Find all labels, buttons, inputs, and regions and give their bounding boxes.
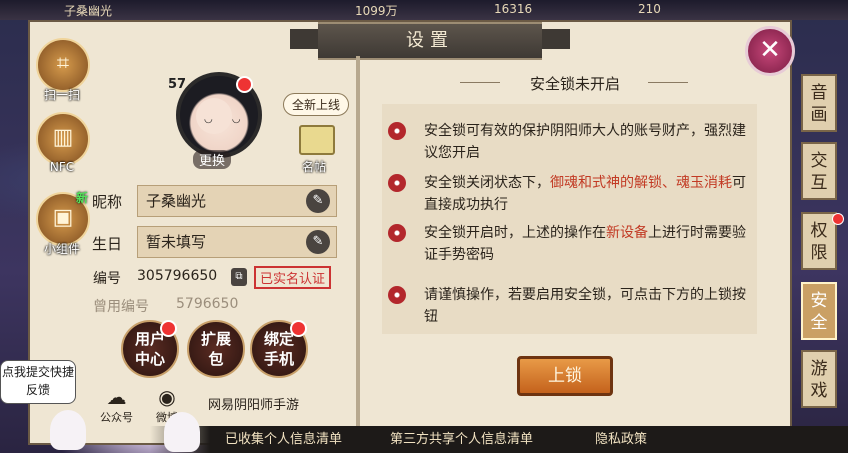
currency-coins: 1099万 xyxy=(355,4,398,18)
tomoe-bullet-icon xyxy=(388,174,406,192)
wechat-icon: ☁ xyxy=(106,385,127,409)
user-center-red-dot xyxy=(160,320,177,337)
expansion-pack-button[interactable]: 扩展包 xyxy=(187,320,245,378)
edit-birthday-button[interactable]: ✎ xyxy=(306,230,330,254)
old-id-label: 曾用编号 xyxy=(93,299,149,315)
tomoe-bullet-icon xyxy=(388,122,406,140)
change-avatar-button[interactable]: 更换 xyxy=(193,150,232,169)
new-badge: 新 xyxy=(76,191,89,205)
rule-text: 安全锁开启时，上述的操作在新设备上进行时需要验证手势密码 xyxy=(424,225,746,263)
tab-label: 权限 xyxy=(810,221,828,263)
pencil-icon: ✎ xyxy=(312,234,324,249)
tab-audio-visual[interactable]: 音画 xyxy=(801,74,837,132)
dialog-title: 设置 xyxy=(318,22,542,60)
tab-label: 游戏 xyxy=(810,359,828,401)
wechat-button[interactable]: ☁ 公众号 xyxy=(100,385,133,425)
name-card-icon[interactable] xyxy=(299,125,335,155)
third-party-info-link[interactable]: 第三方共享个人信息清单 xyxy=(390,428,533,447)
scan-label: 扫一扫 xyxy=(43,88,80,102)
nickname-label: 昵称 xyxy=(92,193,123,211)
ghost-mascot xyxy=(164,412,200,452)
pencil-icon: ✎ xyxy=(312,193,324,208)
feedback-button[interactable]: 点我提交快捷反馈 xyxy=(0,360,76,404)
id-label: 编号 xyxy=(93,271,121,287)
tomoe-bullet-icon xyxy=(388,286,406,304)
tab-game[interactable]: 游戏 xyxy=(801,350,837,408)
player-level: 57 xyxy=(168,77,187,92)
rule-item: 安全锁开启时，上述的操作在新设备上进行时需要验证手势密码 xyxy=(388,222,748,266)
collected-info-link[interactable]: 已收集个人信息清单 xyxy=(225,428,342,447)
birthday-label: 生日 xyxy=(92,235,123,253)
close-button[interactable]: ✕ xyxy=(745,26,795,76)
rule-text: 安全锁可有效的保护阴阳师大人的账号财产，强烈建议您开启 xyxy=(424,123,746,161)
avatar-eyes: ◡ ◡ xyxy=(204,114,249,125)
tab-interaction[interactable]: 交互 xyxy=(801,142,837,200)
currency-jade: 16316 xyxy=(494,2,533,16)
nfc-icon: ▥ xyxy=(36,112,90,166)
verified-badge: 已实名认证 xyxy=(254,266,332,289)
rule-item: 请谨慎操作，若要启用安全锁，可点击下方的上锁按钮 xyxy=(388,284,748,328)
ghost-mascot xyxy=(50,410,86,450)
widget-label: 小组件 xyxy=(43,242,80,256)
currency-stamina: 210 xyxy=(638,2,661,16)
old-id-value: 5796650 xyxy=(176,296,239,312)
nfc-button[interactable]: ▥ NFC xyxy=(36,112,90,174)
id-value: 305796650 xyxy=(137,268,218,284)
scan-icon: ⌗ xyxy=(36,38,90,92)
rule-text: 安全锁关闭状态下，御魂和式神的解锁、魂玉消耗可直接成功执行 xyxy=(424,175,746,213)
panel-divider xyxy=(356,56,360,428)
top-resource-bar: 子桑幽光 1099万 16316 210 xyxy=(0,0,848,20)
privacy-policy-link[interactable]: 隐私政策 xyxy=(595,428,647,447)
scan-button[interactable]: ⌗ 扫一扫 xyxy=(36,38,90,103)
tab-label: 交互 xyxy=(810,151,828,193)
rule-text: 请谨慎操作，若要启用安全锁，可点击下方的上锁按钮 xyxy=(424,287,746,325)
bind-phone-red-dot xyxy=(290,320,307,337)
expansion-pack-label: 扩展包 xyxy=(200,330,231,368)
wechat-label: 公众号 xyxy=(100,411,133,424)
avatar-red-dot xyxy=(236,76,253,93)
lock-button[interactable]: 上锁 xyxy=(517,356,613,396)
security-title: 安全锁未开启 xyxy=(529,75,620,93)
edit-nickname-button[interactable]: ✎ xyxy=(306,189,330,213)
nfc-label: NFC xyxy=(49,160,75,174)
close-icon: ✕ xyxy=(759,35,781,65)
weibo-icon: ◉ xyxy=(158,385,176,409)
netease-label: 网易阴阳师手游 xyxy=(208,398,300,413)
tab-label: 音画 xyxy=(810,83,828,125)
copy-icon[interactable]: ⧉ xyxy=(231,268,247,286)
tomoe-bullet-icon xyxy=(388,224,406,242)
name-card-label: 名帖 xyxy=(302,160,327,174)
tab-label: 安全 xyxy=(810,291,828,333)
new-online-bubble: 全新上线 xyxy=(283,93,350,116)
player-name: 子桑幽光 xyxy=(64,4,113,18)
rule-item: 安全锁可有效的保护阴阳师大人的账号财产，强烈建议您开启 xyxy=(388,120,748,164)
rule-item: 安全锁关闭状态下，御魂和式神的解锁、魂玉消耗可直接成功执行 xyxy=(388,172,748,216)
permissions-red-dot xyxy=(832,213,844,225)
tab-security[interactable]: 安全 xyxy=(801,282,837,340)
